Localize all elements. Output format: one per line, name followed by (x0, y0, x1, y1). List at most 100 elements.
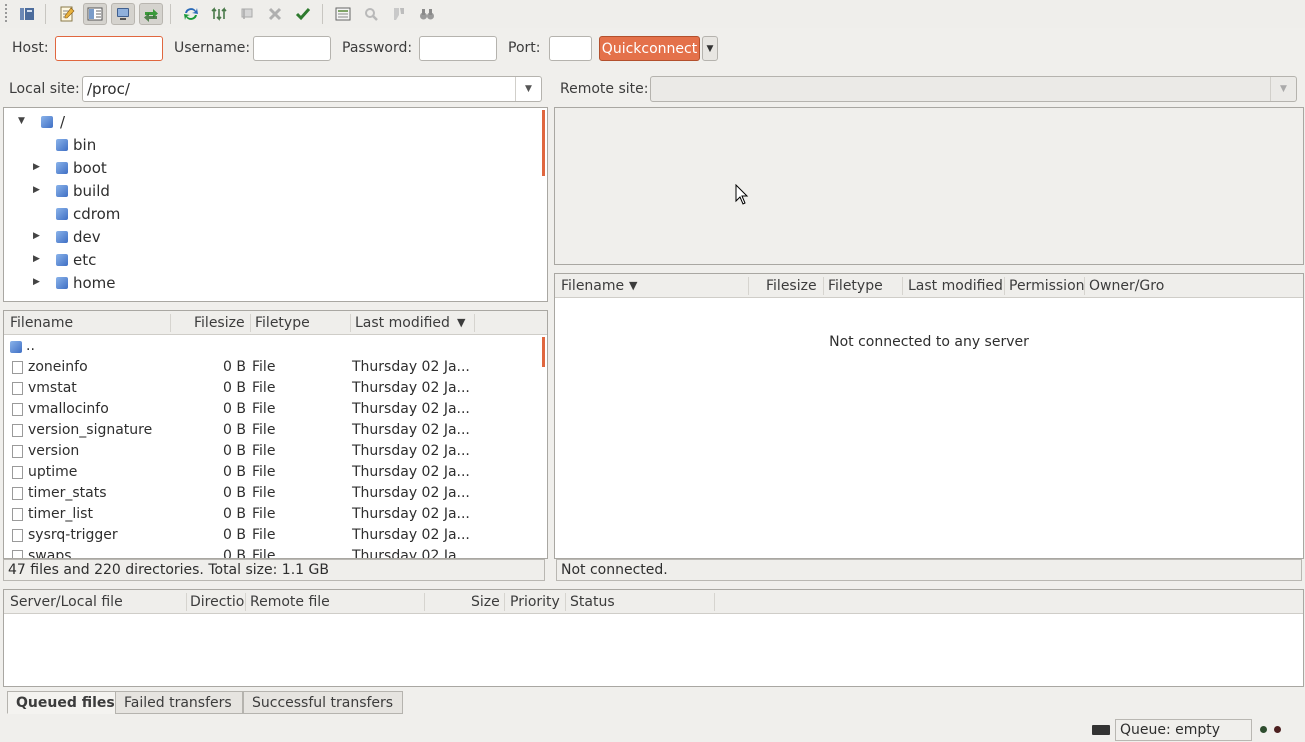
folder-icon (41, 116, 53, 128)
refresh-icon[interactable] (179, 3, 203, 25)
column-remote-file[interactable]: Remote file (250, 594, 330, 610)
local-file-row[interactable]: vmstat 0 B File Thursday 02 Ja... (4, 378, 544, 399)
not-connected-message: Not connected to any server (829, 334, 1029, 350)
file-name: version_signature (28, 422, 153, 438)
column-divider (748, 277, 749, 295)
quickconnect-bar: Host: Username: Password: Port: Quickcon… (0, 30, 1305, 68)
column-permission[interactable]: Permission (1009, 278, 1085, 294)
collapsed-arrow-icon[interactable]: ▶ (33, 162, 45, 172)
column-divider (474, 314, 475, 332)
local-site-path: /proc/ (87, 80, 130, 98)
disconnect-icon[interactable] (263, 3, 287, 25)
chevron-down-icon[interactable]: ▼ (515, 77, 541, 101)
sync-browse-icon[interactable] (359, 3, 383, 25)
column-divider (902, 277, 903, 295)
folder-icon (56, 139, 68, 151)
directory-tree-icon[interactable] (83, 3, 107, 25)
collapsed-arrow-icon[interactable]: ▶ (33, 231, 45, 241)
column-divider (350, 314, 351, 332)
column-filetype[interactable]: Filetype (828, 278, 883, 294)
local-file-row[interactable]: sysrq-trigger 0 B File Thursday 02 Ja... (4, 525, 544, 546)
transfer-queue-list[interactable]: Server/Local file Directio Remote file S… (3, 589, 1304, 687)
file-size: 0 B (223, 422, 246, 438)
collapsed-arrow-icon[interactable]: ▶ (33, 254, 45, 264)
column-priority[interactable]: Priority (510, 594, 560, 610)
tab-queued-files[interactable]: Queued files (7, 691, 124, 714)
column-divider (1004, 277, 1005, 295)
column-filetype[interactable]: Filetype (255, 315, 310, 331)
parent-directory-row[interactable]: .. (4, 336, 544, 357)
search-icon[interactable] (415, 3, 439, 25)
tab-successful-transfers[interactable]: Successful transfers (243, 691, 403, 714)
column-size[interactable]: Size (471, 594, 500, 610)
collapsed-arrow-icon[interactable]: ▶ (33, 185, 45, 195)
compare-icon[interactable] (387, 3, 411, 25)
quickconnect-button[interactable]: Quickconnect (599, 36, 700, 61)
transfer-queue-icon[interactable] (139, 3, 163, 25)
chevron-down-icon: ▼ (706, 43, 714, 54)
local-file-row[interactable]: swaps 0 B File Thursday 02 Ja... (4, 546, 544, 559)
file-name: uptime (28, 464, 78, 480)
column-direction[interactable]: Directio (190, 594, 244, 610)
column-last-modified[interactable]: Last modified (355, 315, 450, 331)
file-size: 0 B (223, 359, 246, 375)
directory-listing-filter-icon[interactable] (331, 3, 355, 25)
column-filename[interactable]: Filename (10, 315, 73, 331)
local-file-list[interactable]: Filename Filesize Filetype Last modified… (3, 310, 548, 559)
column-divider (565, 593, 566, 611)
local-file-row[interactable]: vmallocinfo 0 B File Thursday 02 Ja... (4, 399, 544, 420)
cancel-icon[interactable] (235, 3, 259, 25)
column-filesize[interactable]: Filesize (766, 278, 817, 294)
expanded-arrow-icon[interactable]: ▼ (18, 116, 30, 126)
folder-icon (56, 185, 68, 197)
local-file-row[interactable]: version_signature 0 B File Thursday 02 Ja..… (4, 420, 544, 441)
site-manager-icon[interactable] (15, 3, 39, 25)
local-site-combo[interactable]: /proc/ ▼ (82, 76, 542, 102)
port-input[interactable] (549, 36, 592, 61)
username-input[interactable] (253, 36, 331, 61)
password-input[interactable] (419, 36, 497, 61)
collapsed-arrow-icon[interactable]: ▶ (33, 277, 45, 287)
quickconnect-dropdown-button[interactable]: ▼ (702, 36, 718, 61)
local-file-row[interactable]: zoneinfo 0 B File Thursday 02 Ja... (4, 357, 544, 378)
file-size: 0 B (223, 548, 246, 559)
chevron-down-icon[interactable]: ▼ (1270, 77, 1296, 101)
column-filename[interactable]: Filename (561, 278, 624, 294)
local-status-line: 47 files and 220 directories. Total size… (3, 559, 545, 581)
local-site-label: Local site: (9, 81, 80, 97)
local-remote-icon[interactable] (111, 3, 135, 25)
reconnect-icon[interactable] (291, 3, 315, 25)
local-file-row[interactable]: timer_stats 0 B File Thursday 02 Ja... (4, 483, 544, 504)
file-type: File (252, 548, 276, 559)
file-icon (12, 361, 23, 374)
tree-scrollbar[interactable] (542, 110, 545, 176)
file-icon (12, 508, 23, 521)
column-owner-group[interactable]: Owner/Gro (1089, 278, 1164, 294)
remote-file-list[interactable]: Filename ▼ Filesize Filetype Last modifi… (554, 273, 1304, 559)
main-toolbar (0, 0, 1305, 28)
local-file-row[interactable]: version 0 B File Thursday 02 Ja... (4, 441, 544, 462)
column-status[interactable]: Status (570, 594, 615, 610)
host-input[interactable] (55, 36, 163, 61)
column-last-modified[interactable]: Last modified (908, 278, 1003, 294)
file-name: vmstat (28, 380, 77, 396)
file-modified: Thursday 02 Ja... (352, 380, 470, 396)
file-icon (12, 466, 23, 479)
file-name: timer_stats (28, 485, 107, 501)
host-label: Host: (12, 40, 49, 56)
username-label: Username: (174, 40, 251, 56)
remote-directory-tree[interactable] (554, 107, 1304, 265)
remote-site-combo[interactable]: ▼ (650, 76, 1297, 102)
tab-failed-transfers[interactable]: Failed transfers (115, 691, 243, 714)
process-queue-icon[interactable] (207, 3, 231, 25)
column-divider (170, 314, 171, 332)
column-divider (250, 314, 251, 332)
message-log-icon[interactable] (55, 3, 79, 25)
mouse-cursor-icon (735, 184, 749, 205)
column-filesize[interactable]: Filesize (194, 315, 245, 331)
local-file-row[interactable]: uptime 0 B File Thursday 02 Ja... (4, 462, 544, 483)
local-file-row[interactable]: timer_list 0 B File Thursday 02 Ja... (4, 504, 544, 525)
column-server-local-file[interactable]: Server/Local file (10, 594, 123, 610)
local-directory-tree[interactable]: ▼ / bin ▶ boot ▶ build cdrom ▶ dev ▶ etc… (3, 107, 548, 302)
file-icon (12, 403, 23, 416)
